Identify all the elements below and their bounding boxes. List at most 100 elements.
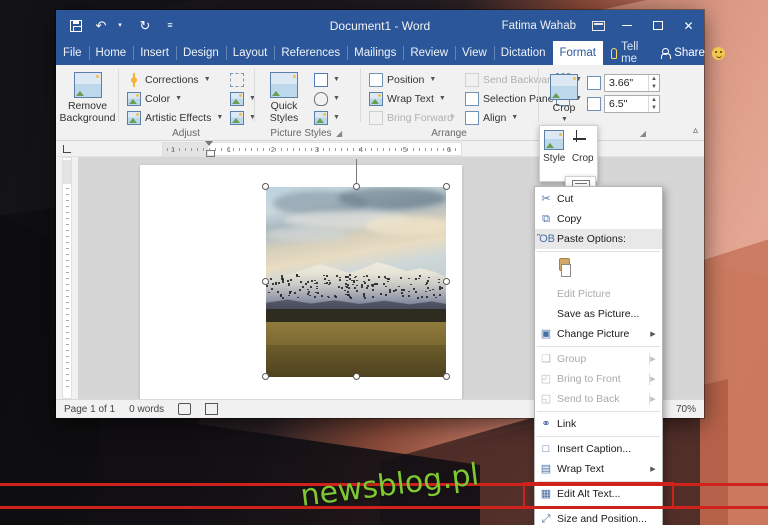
selection-handle-w[interactable] bbox=[262, 278, 269, 285]
context-menu-item-link[interactable]: ⚭Link bbox=[535, 414, 662, 434]
align-button[interactable]: Align ▼ bbox=[462, 109, 550, 126]
remove-background-label: Remove Background bbox=[59, 100, 115, 124]
tab-stop-selector[interactable] bbox=[56, 141, 78, 157]
bird bbox=[324, 278, 326, 280]
vruler-tick bbox=[66, 254, 69, 255]
share-button[interactable]: Share bbox=[654, 47, 711, 59]
size-dialog-launcher[interactable]: ◢ bbox=[639, 129, 648, 138]
ruler-tick bbox=[245, 148, 246, 151]
context-menu-item-insert-caption[interactable]: □Insert Caption... bbox=[535, 439, 662, 459]
corrections-button[interactable]: Corrections ▼ bbox=[124, 71, 224, 88]
paste-keep-source-formatting-icon[interactable] bbox=[555, 258, 575, 280]
ruler-tick bbox=[365, 148, 366, 151]
bird bbox=[328, 280, 330, 282]
collapse-ribbon-button[interactable]: ▵ bbox=[693, 125, 698, 136]
minimize-button[interactable] bbox=[611, 10, 642, 41]
selection-handle-e[interactable] bbox=[443, 278, 450, 285]
bird bbox=[356, 290, 358, 292]
send-backward-button[interactable]: Send Backward ▼ bbox=[462, 71, 550, 88]
picture-layout-button[interactable]: ▼ bbox=[311, 109, 341, 126]
redo-icon[interactable]: ↻ bbox=[137, 18, 153, 34]
zoom-level[interactable]: 70% bbox=[670, 404, 696, 415]
vruler-tick bbox=[66, 272, 69, 273]
bird bbox=[288, 283, 290, 285]
vruler-tick bbox=[66, 386, 69, 387]
context-menu-item-label: Insert Caption... bbox=[557, 443, 658, 455]
horizontal-ruler[interactable]: 1123456 bbox=[162, 142, 462, 156]
tell-me-search[interactable]: Tell me bbox=[603, 41, 654, 65]
page-indicator[interactable]: Page 1 of 1 bbox=[64, 404, 115, 415]
context-menu-item-wrap-text[interactable]: ▤Wrap Text▶ bbox=[535, 459, 662, 479]
compress-pictures-button[interactable] bbox=[227, 71, 255, 88]
account-name[interactable]: Fatima Wahab bbox=[502, 20, 585, 32]
shape-width-field[interactable]: 6.5" ▲▼ bbox=[587, 95, 660, 113]
shape-width-stepper[interactable]: ▲▼ bbox=[648, 96, 659, 112]
tab-mailings[interactable]: Mailings bbox=[347, 41, 403, 65]
context-menu-item-save-as-picture[interactable]: Save as Picture... bbox=[535, 304, 662, 324]
shape-height-field[interactable]: 3.66" ▲▼ bbox=[587, 74, 660, 92]
tab-review[interactable]: Review bbox=[403, 41, 455, 65]
context-menu-item-label: Group bbox=[557, 353, 648, 365]
selection-handle-n[interactable] bbox=[353, 183, 360, 190]
selection-handle-nw[interactable] bbox=[262, 183, 269, 190]
context-menu-item-paste-options[interactable]: ὌBPaste Options: bbox=[535, 229, 662, 249]
link-icon: ⚭ bbox=[535, 414, 557, 434]
context-menu-item-copy[interactable]: ⧉Copy bbox=[535, 209, 662, 229]
selection-handle-s[interactable] bbox=[353, 373, 360, 380]
tab-layout[interactable]: Layout bbox=[226, 41, 275, 65]
mini-style-button[interactable]: Style bbox=[541, 130, 568, 164]
quick-styles-button[interactable]: Quick Styles bbox=[260, 69, 308, 124]
tab-home[interactable]: Home bbox=[89, 41, 134, 65]
proofing-errors-icon[interactable] bbox=[178, 403, 191, 415]
ruler-tick bbox=[179, 148, 180, 151]
selection-handle-ne[interactable] bbox=[443, 183, 450, 190]
mini-crop-button[interactable]: Crop bbox=[569, 130, 596, 164]
tab-references[interactable]: References bbox=[274, 41, 347, 65]
shape-height-input[interactable]: 3.66" ▲▼ bbox=[604, 74, 660, 92]
change-picture-button[interactable]: ▼ bbox=[227, 90, 255, 107]
picture-styles-dialog-launcher[interactable]: ◢ bbox=[335, 129, 344, 138]
remove-background-button[interactable]: Remove Background bbox=[59, 69, 115, 124]
context-menu-item-change-picture[interactable]: ▣Change Picture▶ bbox=[535, 324, 662, 344]
shape-height-stepper[interactable]: ▲▼ bbox=[648, 75, 659, 91]
picture-border-button[interactable]: ▼ bbox=[311, 71, 341, 88]
wrap-text-button[interactable]: Wrap Text ▼ bbox=[366, 90, 442, 107]
submenu-divider bbox=[649, 353, 650, 365]
tab-dictation[interactable]: Dictation bbox=[494, 41, 553, 65]
crop-button[interactable]: Crop ▼ bbox=[544, 71, 584, 124]
save-icon[interactable] bbox=[68, 18, 84, 34]
customize-qat-icon[interactable]: ≡ bbox=[162, 18, 178, 34]
tab-file[interactable]: File bbox=[56, 41, 89, 65]
undo-icon[interactable]: ↶ bbox=[93, 18, 109, 34]
bird bbox=[339, 277, 341, 279]
color-button[interactable]: Color ▼ bbox=[124, 90, 224, 107]
picture-effects-button[interactable]: ▼ bbox=[311, 90, 341, 107]
close-button[interactable]: ✕ bbox=[673, 10, 704, 41]
word-count[interactable]: 0 words bbox=[129, 404, 164, 415]
bird bbox=[395, 289, 397, 291]
context-menu-item-size-and-position[interactable]: ⤢Size and Position... bbox=[535, 509, 662, 525]
selection-handle-se[interactable] bbox=[443, 373, 450, 380]
bring-forward-button[interactable]: Bring Forward bbox=[366, 109, 442, 126]
context-menu-item-cut[interactable]: ✂Cut bbox=[535, 189, 662, 209]
tab-format[interactable]: Format bbox=[553, 41, 603, 65]
artistic-effects-button[interactable]: Artistic Effects ▼ bbox=[124, 109, 224, 126]
selection-pane-button[interactable]: Selection Pane bbox=[462, 90, 550, 107]
shape-width-input[interactable]: 6.5" ▲▼ bbox=[604, 95, 660, 113]
accessibility-checker-icon[interactable] bbox=[205, 403, 218, 415]
maximize-button[interactable] bbox=[642, 10, 673, 41]
feedback-smiley-icon[interactable] bbox=[711, 47, 727, 60]
tab-design[interactable]: Design bbox=[176, 41, 226, 65]
ribbon-display-options-icon[interactable] bbox=[585, 10, 611, 41]
tab-view[interactable]: View bbox=[455, 41, 494, 65]
bird bbox=[345, 283, 347, 285]
inserted-picture[interactable] bbox=[266, 187, 446, 377]
document-page[interactable] bbox=[140, 165, 462, 399]
reset-picture-button[interactable]: ▼ bbox=[227, 109, 255, 126]
vertical-ruler[interactable] bbox=[56, 157, 78, 399]
selection-handle-sw[interactable] bbox=[262, 373, 269, 380]
undo-dropdown-icon[interactable]: ▾ bbox=[112, 18, 128, 34]
position-button[interactable]: Position ▼ bbox=[366, 71, 442, 88]
context-menu-item-edit-alt-text[interactable]: ▦Edit Alt Text... bbox=[535, 484, 662, 504]
tab-insert[interactable]: Insert bbox=[133, 41, 176, 65]
